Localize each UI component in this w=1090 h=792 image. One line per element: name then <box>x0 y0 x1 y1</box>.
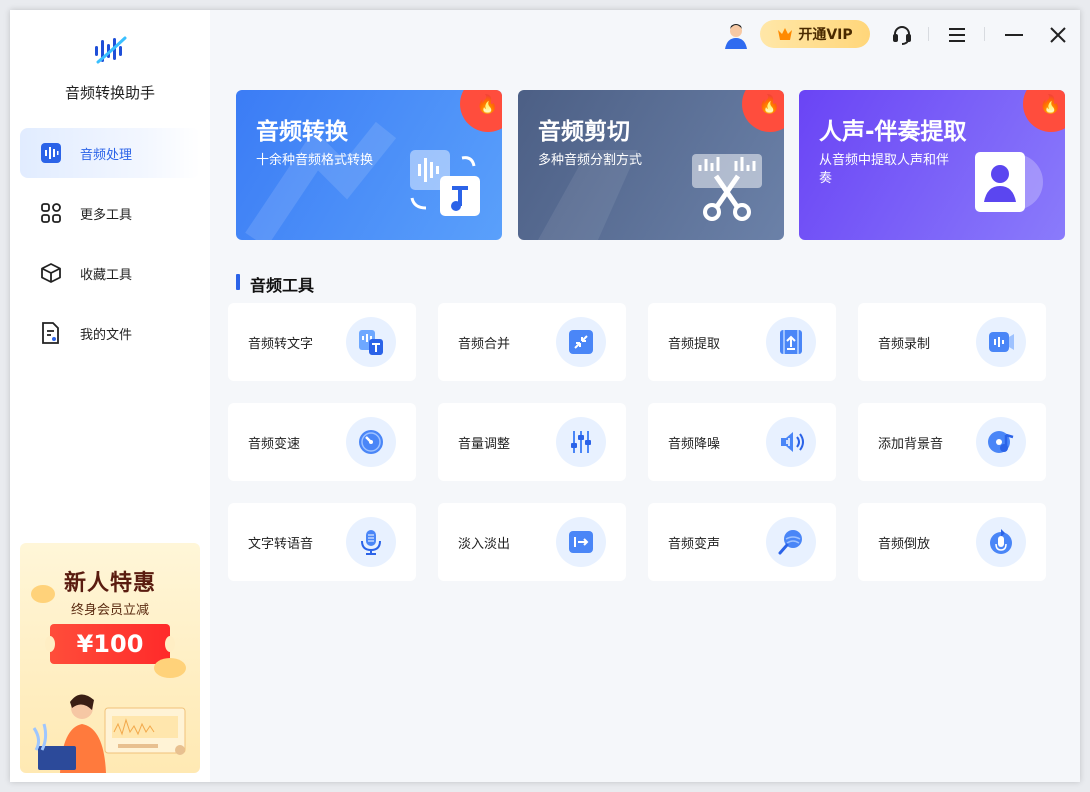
app-logo-icon <box>92 32 128 68</box>
tool-label: 淡入淡出 <box>458 533 510 552</box>
toolbar-divider <box>984 27 985 41</box>
tool-label: 音频转文字 <box>248 333 313 352</box>
person-with-laptop-illustration <box>30 688 198 773</box>
cube-icon <box>40 262 62 284</box>
tool-audio-record[interactable]: 音频录制 <box>858 303 1046 381</box>
tool-noise-reduction[interactable]: 音频降噪 <box>648 403 836 481</box>
sliders-icon <box>556 417 606 467</box>
new-user-promo-banner[interactable]: 新人特惠 终身会员立减 ¥100 <box>20 543 200 773</box>
customer-service-button[interactable] <box>888 20 916 50</box>
close-button[interactable] <box>1044 20 1072 50</box>
tool-audio-speed[interactable]: 音频变速 <box>228 403 416 481</box>
audio-wave-icon <box>40 142 62 164</box>
microphone-icon <box>346 517 396 567</box>
minimize-button[interactable] <box>1000 20 1028 50</box>
voice-change-icon <box>766 517 816 567</box>
tool-volume-adjust[interactable]: 音量调整 <box>438 403 626 481</box>
sidebar-item-favorites[interactable]: 收藏工具 <box>20 248 200 298</box>
audio-convert-illustration <box>406 146 484 222</box>
record-icon <box>976 317 1026 367</box>
user-avatar-icon <box>723 21 749 49</box>
vip-button-label: 开通VIP <box>798 24 852 44</box>
music-disc-icon <box>976 417 1026 467</box>
tool-add-background-music[interactable]: 添加背景音 <box>858 403 1046 481</box>
coin-icon <box>28 579 58 609</box>
flame-icon: 🔥 <box>758 94 780 115</box>
hot-badge: 🔥 <box>1023 90 1065 132</box>
sidebar-item-label: 我的文件 <box>80 324 132 343</box>
headset-icon <box>892 25 912 45</box>
menu-button[interactable] <box>942 20 972 50</box>
card-subtitle: 多种音频分割方式 <box>538 152 678 170</box>
scissors-illustration <box>688 146 766 222</box>
card-audio-cut[interactable]: 音频剪切 多种音频分割方式 🔥 <box>518 90 784 240</box>
sidebar-item-label: 音频处理 <box>80 144 132 163</box>
tool-label: 音频变速 <box>248 433 300 452</box>
tool-label: 音频变声 <box>668 533 720 552</box>
fade-icon <box>556 517 606 567</box>
extract-icon <box>766 317 816 367</box>
user-avatar[interactable] <box>720 20 752 50</box>
flame-icon: 🔥 <box>1039 94 1061 115</box>
sidebar-item-my-files[interactable]: 我的文件 <box>20 308 200 358</box>
card-subtitle: 从音频中提取人声和伴奏 <box>819 152 959 188</box>
tool-text-to-speech[interactable]: 文字转语音 <box>228 503 416 581</box>
speaker-icon <box>766 417 816 467</box>
coin-icon <box>150 653 190 683</box>
tool-audio-reverse[interactable]: 音频倒放 <box>858 503 1046 581</box>
app-window: 音频转换助手 音频处理 更多工具 收藏工具 我的文件 新人特惠 <box>10 10 1080 782</box>
toolbar-divider <box>928 27 929 41</box>
tool-audio-extract[interactable]: 音频提取 <box>648 303 836 381</box>
tool-label: 音频降噪 <box>668 433 720 452</box>
tool-voice-change[interactable]: 音频变声 <box>648 503 836 581</box>
card-title: 音频剪切 <box>538 112 630 146</box>
tool-audio-to-text[interactable]: 音频转文字 <box>228 303 416 381</box>
sidebar-item-label: 更多工具 <box>80 204 132 223</box>
sidebar: 音频转换助手 音频处理 更多工具 收藏工具 我的文件 新人特惠 <box>10 10 210 782</box>
tool-label: 音频合并 <box>458 333 510 352</box>
tool-label: 音频录制 <box>878 333 930 352</box>
minimize-icon <box>1005 33 1023 37</box>
sidebar-item-audio-processing[interactable]: 音频处理 <box>20 128 200 178</box>
speed-dial-icon <box>346 417 396 467</box>
tool-audio-merge[interactable]: 音频合并 <box>438 303 626 381</box>
hamburger-menu-icon <box>948 27 966 43</box>
card-audio-convert[interactable]: 音频转换 十余种音频格式转换 🔥 <box>236 90 502 240</box>
app-title: 音频转换助手 <box>10 82 210 103</box>
card-vocal-extract[interactable]: 人声-伴奏提取 从音频中提取人声和伴奏 🔥 <box>799 90 1065 240</box>
tool-label: 文字转语音 <box>248 533 313 552</box>
close-icon <box>1049 26 1067 44</box>
audio-to-text-icon <box>346 317 396 367</box>
sidebar-item-more-tools[interactable]: 更多工具 <box>20 188 200 238</box>
tool-label: 添加背景音 <box>878 433 943 452</box>
grid-icon <box>40 202 62 224</box>
tool-label: 音频提取 <box>668 333 720 352</box>
card-subtitle: 十余种音频格式转换 <box>256 152 396 170</box>
reverse-icon <box>976 517 1026 567</box>
tool-label: 音频倒放 <box>878 533 930 552</box>
file-music-icon <box>40 322 62 344</box>
flame-icon: 🔥 <box>476 94 498 115</box>
tool-label: 音量调整 <box>458 433 510 452</box>
card-title: 音频转换 <box>256 112 348 146</box>
crown-icon <box>777 27 793 41</box>
open-vip-button[interactable]: 开通VIP <box>760 20 870 48</box>
merge-icon <box>556 317 606 367</box>
card-title: 人声-伴奏提取 <box>819 112 967 146</box>
sidebar-item-label: 收藏工具 <box>80 264 132 283</box>
tool-fade-in-out[interactable]: 淡入淡出 <box>438 503 626 581</box>
vocal-extract-illustration <box>969 146 1047 222</box>
section-title-audio-tools: 音频工具 <box>236 272 314 296</box>
